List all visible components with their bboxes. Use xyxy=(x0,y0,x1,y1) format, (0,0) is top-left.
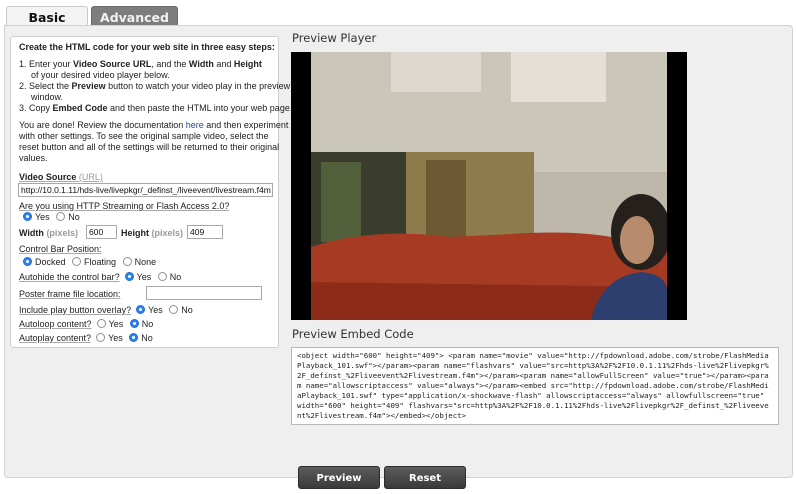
step-2: 2. Select the Preview button to watch yo… xyxy=(19,81,291,91)
control-bar-none-radio[interactable] xyxy=(122,257,132,266)
video-source-input[interactable]: http://10.0.1.11/hds-live/livepkgr/_defi… xyxy=(18,183,273,197)
streaming-question: Are you using HTTP Streaming or Flash Ac… xyxy=(19,201,230,211)
poster-label: Poster frame file location: xyxy=(19,289,121,299)
tab-basic[interactable]: Basic xyxy=(6,6,88,25)
play-overlay-no-radio[interactable] xyxy=(169,305,179,314)
done-text-3: reset button and all of the settings wil… xyxy=(19,142,280,152)
video-frame xyxy=(311,52,667,320)
autohide-row: Autohide the control bar? Yes No xyxy=(19,272,182,282)
autoplay-row: Autoplay content? Yes No xyxy=(19,333,153,343)
autoloop-row: Autoloop content? Yes No xyxy=(19,319,154,329)
height-input[interactable]: 409 xyxy=(187,225,223,239)
width-label: Width (pixels) xyxy=(19,228,78,238)
streaming-no-radio[interactable] xyxy=(56,212,66,221)
step-1: 1. Enter your Video Source URL, and the … xyxy=(19,59,262,69)
tab-advanced[interactable]: Advanced xyxy=(91,6,178,25)
streaming-options: Yes No xyxy=(23,212,84,223)
documentation-link[interactable]: here xyxy=(186,120,204,130)
tab-bar: Basic Advanced xyxy=(0,0,796,25)
control-bar-docked-radio[interactable] xyxy=(23,257,32,266)
autoplay-yes-radio[interactable] xyxy=(96,333,106,342)
poster-input[interactable] xyxy=(146,286,262,300)
done-text-4: values. xyxy=(19,153,48,163)
control-bar-floating-radio[interactable] xyxy=(72,257,82,266)
reset-button[interactable]: Reset xyxy=(384,466,466,489)
preview-button[interactable]: Preview xyxy=(298,466,380,489)
play-overlay-row: Include play button overlay? Yes No xyxy=(19,305,193,315)
width-input[interactable]: 600 xyxy=(86,225,117,239)
autohide-yes-radio[interactable] xyxy=(124,272,134,281)
streaming-yes-radio[interactable] xyxy=(23,212,32,221)
autoloop-yes-radio[interactable] xyxy=(96,319,106,328)
settings-form: Create the HTML code for your web site i… xyxy=(10,36,292,348)
autoplay-no-radio[interactable] xyxy=(129,333,139,342)
play-overlay-yes-radio[interactable] xyxy=(136,305,146,314)
video-player[interactable] xyxy=(291,52,687,320)
embed-code-title: Preview Embed Code xyxy=(292,327,414,341)
step-3: 3. Copy Embed Code and then paste the HT… xyxy=(19,103,293,113)
height-label: Height (pixels) xyxy=(121,228,184,238)
preview-player-title: Preview Player xyxy=(292,31,377,45)
form-heading: Create the HTML code for your web site i… xyxy=(19,42,275,52)
step-2-cont: window. xyxy=(31,92,64,102)
done-text-2: with other settings. To see the original… xyxy=(19,131,269,141)
video-source-label: Video Source (URL) xyxy=(19,172,103,182)
embed-code-textarea[interactable]: <object width="600" height="409"> <param… xyxy=(291,347,779,425)
autohide-no-radio[interactable] xyxy=(157,272,167,281)
step-1-cont: of your desired video player below. xyxy=(31,70,170,80)
control-bar-label: Control Bar Position: xyxy=(19,244,102,254)
control-bar-options: Docked Floating None xyxy=(23,257,160,268)
video-frame-image xyxy=(311,52,667,320)
autoloop-no-radio[interactable] xyxy=(129,319,139,328)
done-text: You are done! Review the documentation h… xyxy=(19,120,289,130)
